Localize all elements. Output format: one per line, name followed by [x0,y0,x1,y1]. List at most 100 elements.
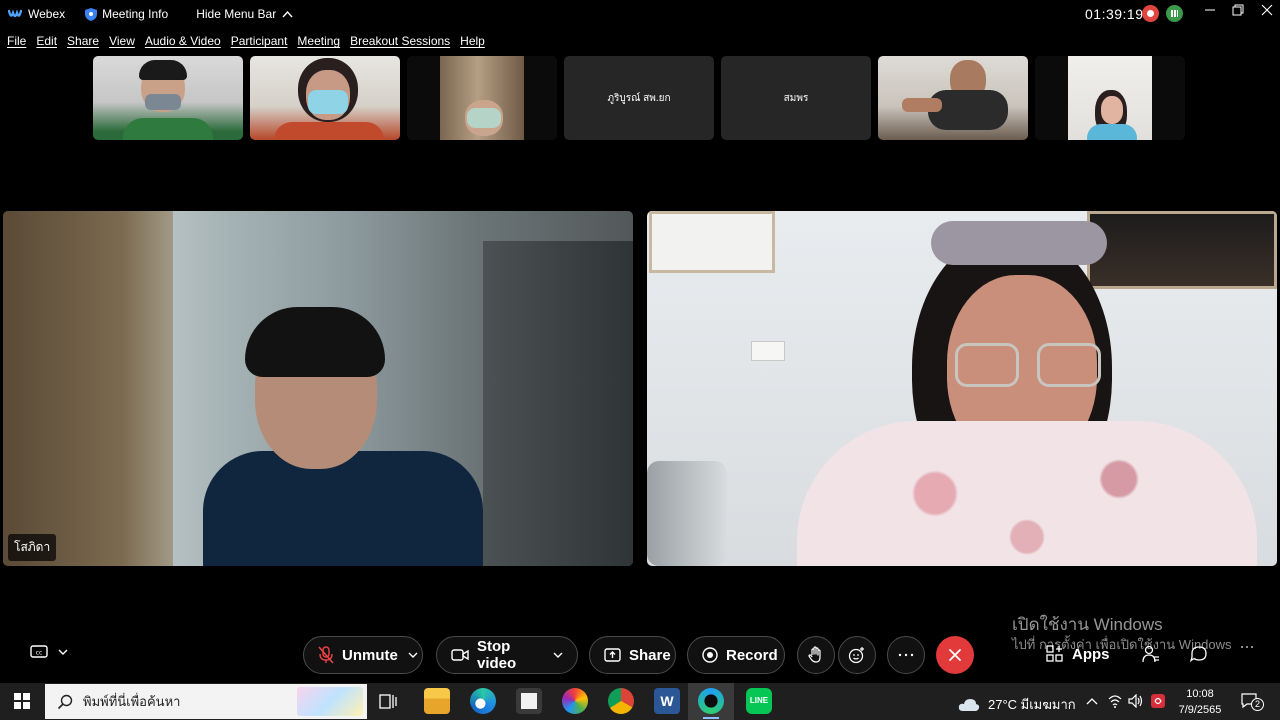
record-button[interactable]: Record [687,636,785,674]
wifi-icon[interactable] [1108,694,1122,708]
chevron-up-icon[interactable] [1086,697,1098,705]
close-icon[interactable] [1259,4,1275,20]
windows-taskbar: พิมพ์ที่นี่เพื่อค้นหา W LINE 27°C มีเมฆม… [0,683,1280,720]
participant-video [647,211,1277,566]
participant-thumbnail[interactable] [407,56,557,140]
reactions-button[interactable] [838,636,876,674]
record-label: Record [726,646,778,664]
leave-meeting-button[interactable] [936,636,974,674]
captions-button[interactable]: cc [30,645,68,659]
participant-thumbnail-strip: ภูริบูรณ์ สพ.ยก สมพร [93,56,1185,140]
menu-meeting[interactable]: Meeting [297,34,340,48]
webex-logo-icon [8,9,22,18]
share-label: Share [629,646,671,664]
chevron-down-icon[interactable] [408,652,418,659]
participant-name-tag: โสภิดา [8,534,57,561]
participant-thumbnail[interactable] [250,56,400,140]
microsoft-store-icon[interactable] [516,688,542,714]
menu-view[interactable]: View [109,34,135,48]
cloud-icon [958,698,980,711]
edge-browser-icon[interactable] [470,688,496,714]
menu-breakout-sessions[interactable]: Breakout Sessions [350,34,450,48]
participant-name: สมพร [783,92,809,104]
file-explorer-icon[interactable] [424,688,450,714]
weather-text: 27°C มีเมฆมาก [988,697,1076,712]
webex-app[interactable]: Webex [0,7,65,21]
notification-center-button[interactable]: 2 [1241,692,1264,715]
minimize-icon[interactable] [1202,4,1218,20]
record-icon [702,647,718,663]
participants-icon[interactable] [1142,645,1160,663]
main-video-tile-left[interactable]: โสภิดา [3,211,633,566]
search-icon [57,694,73,709]
chevron-down-icon [58,649,68,655]
participant-video [3,211,633,566]
chevron-down-icon[interactable] [553,652,563,659]
menu-file[interactable]: File [7,34,26,48]
apps-label: Apps [1072,645,1110,663]
participant-thumbnail[interactable] [1035,56,1185,140]
hide-menu-label: Hide Menu Bar [196,7,277,21]
meeting-info-button[interactable]: Meeting Info [65,7,168,21]
apps-icon [1046,645,1063,662]
unmute-label: Unmute [342,646,398,664]
app-name: Webex [28,7,66,21]
recording-indicator-icon[interactable] [1142,5,1159,22]
more-panels-icon[interactable] [1240,645,1254,649]
menu-help[interactable]: Help [460,34,485,48]
network-health-icon[interactable] [1166,5,1183,22]
participant-name: ภูริบูรณ์ สพ.ยก [607,92,671,104]
svg-text:cc: cc [36,650,43,657]
share-screen-icon [604,648,621,662]
menu-share[interactable]: Share [67,34,99,48]
participant-thumbnail[interactable]: ภูริบูรณ์ สพ.ยก [564,56,714,140]
emoji-icon [848,647,864,664]
unmute-button[interactable]: Unmute [303,636,423,674]
clock-time: 10:08 [1186,688,1214,700]
share-button[interactable]: Share [589,636,676,674]
apps-button[interactable]: Apps [1046,645,1110,663]
mic-muted-icon [318,646,334,664]
more-options-button[interactable] [887,636,925,674]
menu-audio-video[interactable]: Audio & Video [145,34,221,48]
hide-menu-bar-button[interactable]: Hide Menu Bar [196,7,293,21]
menu-edit[interactable]: Edit [36,34,57,48]
webex-taskbar-button[interactable] [688,683,734,720]
line-app-icon[interactable]: LINE [746,688,772,714]
restore-icon[interactable] [1230,4,1246,20]
participant-thumbnail[interactable] [878,56,1028,140]
meeting-info-label: Meeting Info [102,7,169,21]
windows-start-icon[interactable] [14,693,30,709]
stop-video-button[interactable]: Stop video [436,636,578,674]
clock-date: 7/9/2565 [1178,704,1222,716]
search-highlight-image [297,687,363,716]
color-app-icon[interactable] [562,688,588,714]
shield-icon [85,7,98,21]
notification-count: 2 [1251,698,1264,711]
chat-icon[interactable] [1190,645,1208,663]
raise-hand-button[interactable] [797,636,835,674]
stop-video-label: Stop video [477,638,517,672]
security-app-icon[interactable] [1150,693,1166,709]
main-video-tile-right[interactable] [647,211,1277,566]
close-icon [949,649,961,661]
more-icon [898,653,914,657]
title-bar: Webex Meeting Info Hide Menu Bar 01:39:1… [0,0,1280,28]
word-icon[interactable]: W [654,688,680,714]
task-view-icon[interactable] [378,692,398,712]
taskbar-search-box[interactable]: พิมพ์ที่นี่เพื่อค้นหา [45,684,367,719]
menu-bar: File Edit Share View Audio & Video Parti… [0,30,487,52]
chrome-icon[interactable] [608,688,634,714]
camera-icon [451,648,469,662]
weather-widget[interactable]: 27°C มีเมฆมาก [958,694,1076,715]
volume-icon[interactable] [1128,694,1144,708]
participant-thumbnail[interactable] [93,56,243,140]
system-clock[interactable]: 10:08 7/9/2565 [1170,686,1230,718]
webex-taskbar-icon [698,688,724,714]
search-placeholder: พิมพ์ที่นี่เพื่อค้นหา [83,694,181,709]
chevron-up-icon [282,10,293,18]
meeting-timer: 01:39:19 [1085,6,1144,22]
menu-participant[interactable]: Participant [231,34,288,48]
participant-thumbnail[interactable]: สมพร [721,56,871,140]
closed-caption-icon: cc [30,645,48,658]
